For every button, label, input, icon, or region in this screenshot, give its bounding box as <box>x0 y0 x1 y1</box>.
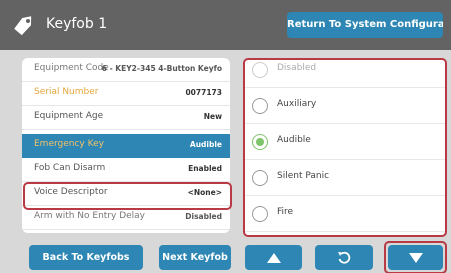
row-label: Arm with No Entry Delay <box>34 211 145 221</box>
back-to-keyfobs-button[interactable]: Back To Keyfobs <box>29 245 143 270</box>
radio-icon[interactable] <box>252 62 268 78</box>
next-keyfob-button[interactable]: Next Keyfob <box>159 245 231 270</box>
equipment-code-row[interactable]: Equipment Code 6 - KEY2-345 4-Button Key… <box>22 58 230 82</box>
row-value: New <box>203 112 222 121</box>
equipment-age-row[interactable]: Equipment Age New <box>22 106 230 130</box>
content-area: Equipment Code 6 - KEY2-345 4-Button Key… <box>0 50 451 273</box>
option-label: Disabled <box>277 63 317 73</box>
undo-icon <box>338 251 351 264</box>
serial-number-row[interactable]: Serial Number 0077173 <box>22 82 230 106</box>
scroll-up-button[interactable] <box>245 245 302 270</box>
undo-button[interactable] <box>315 245 373 270</box>
row-label: Equipment Age <box>34 111 104 121</box>
page-title: Keyfob 1 <box>46 16 108 32</box>
row-value: 6 - KEY2-345 4-Button Keyfo <box>101 64 222 73</box>
row-label: Fob Can Disarm <box>34 163 106 173</box>
return-to-system-configuration-button[interactable]: Return To System Configuration <box>287 12 443 38</box>
up-arrow-icon <box>266 252 281 263</box>
option-label: Fire <box>277 207 294 217</box>
emergency-key-row[interactable]: Emergency Key Audible <box>22 134 230 158</box>
fob-can-disarm-row[interactable]: Fob Can Disarm Enabled <box>22 158 230 182</box>
radio-icon[interactable] <box>252 98 268 114</box>
header-bar: Keyfob 1 Return To System Configuration <box>0 0 451 50</box>
row-value: Audible <box>189 140 222 149</box>
option-auxiliary[interactable]: Auxiliary <box>245 88 445 124</box>
option-label: Silent Panic <box>277 171 330 181</box>
down-arrow-icon <box>408 252 423 263</box>
row-value: 0077173 <box>185 88 222 97</box>
option-label: Audible <box>277 135 311 145</box>
option-fire[interactable]: Fire <box>245 196 445 232</box>
radio-icon[interactable] <box>252 170 268 186</box>
option-label: Auxiliary <box>277 99 317 109</box>
row-label: Emergency Key <box>34 139 104 149</box>
scroll-down-button[interactable] <box>388 245 443 270</box>
row-value: Disabled <box>185 212 222 221</box>
keyfob-tag-icon <box>14 16 32 36</box>
option-silent-panic[interactable]: Silent Panic <box>245 160 445 196</box>
row-label: Serial Number <box>34 87 99 97</box>
radio-selected-icon[interactable] <box>252 134 268 150</box>
row-value: Enabled <box>188 164 222 173</box>
option-disabled[interactable]: Disabled <box>245 60 445 88</box>
row-label: Equipment Code <box>34 63 109 73</box>
selected-row-highlight <box>23 182 232 210</box>
option-audible[interactable]: Audible <box>245 124 445 160</box>
radio-icon[interactable] <box>252 206 268 222</box>
options-panel: Disabled Auxiliary Audible Silent Panic … <box>243 58 447 237</box>
